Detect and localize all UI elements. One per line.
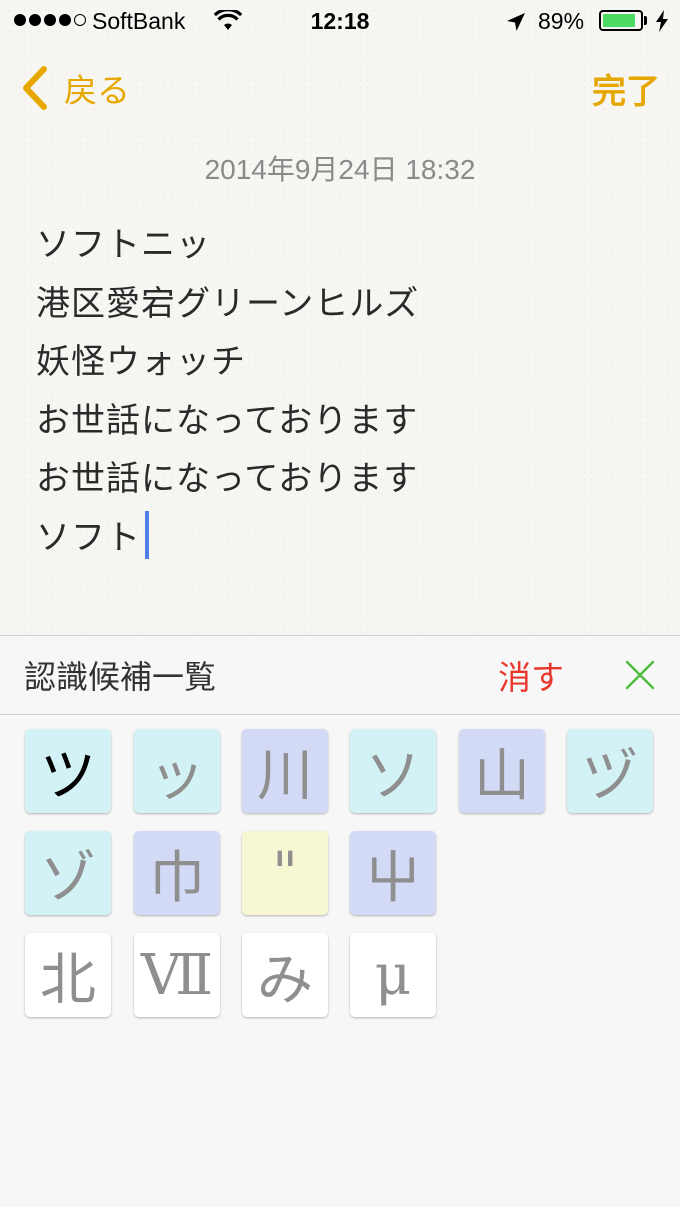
candidate-tile[interactable]: 北 bbox=[25, 933, 111, 1017]
candidate-tile[interactable]: 屮 bbox=[350, 831, 436, 915]
handwriting-candidates-panel: 認識候補一覧 消す ツッ川ソ山ヅゾ巾 " 屮北 Ⅶ み μ bbox=[0, 635, 680, 1207]
battery-icon bbox=[599, 10, 643, 31]
candidate-tile[interactable]: ゾ bbox=[25, 831, 111, 915]
candidate-tile[interactable]: 山 bbox=[459, 729, 545, 813]
battery-tip bbox=[644, 16, 647, 25]
note-text-area[interactable]: ソフトニッ 港区愛宕グリーンヒルズ 妖怪ウォッチ お世話になっております お世話… bbox=[36, 216, 646, 567]
back-label: 戻る bbox=[64, 71, 130, 110]
candidate-tile[interactable]: Ⅶ bbox=[134, 933, 220, 1017]
candidates-title: 認識候補一覧 bbox=[24, 658, 217, 696]
candidates-header: 認識候補一覧 消す bbox=[0, 636, 680, 715]
note-line: 港区愛宕グリーンヒルズ bbox=[36, 283, 420, 324]
text-cursor bbox=[145, 510, 149, 559]
back-button[interactable]: 戻る bbox=[20, 64, 130, 112]
note-line: お世話になっております bbox=[36, 459, 419, 499]
status-bar: SoftBank 12:18 89% bbox=[0, 0, 680, 44]
candidate-tile[interactable]: ヅ bbox=[567, 729, 653, 813]
note-line: ソフトニッ bbox=[36, 225, 211, 265]
candidate-tile[interactable]: ソ bbox=[350, 729, 436, 813]
note-line-text: ソフト bbox=[36, 517, 141, 558]
location-arrow-icon bbox=[507, 13, 525, 31]
candidate-tile[interactable]: ツ bbox=[25, 729, 111, 813]
note-date: 2014年9月24日 18:32 bbox=[204, 154, 476, 185]
candidate-tile[interactable]: μ bbox=[350, 933, 436, 1017]
candidate-tile[interactable]: " bbox=[242, 831, 328, 915]
note-line: お世話になっております bbox=[36, 400, 419, 441]
erase-button[interactable]: 消す bbox=[498, 651, 564, 699]
note-line: 妖怪ウォッチ bbox=[36, 342, 246, 382]
battery-percentage: 89% bbox=[538, 8, 585, 34]
note-line-current: ソフト bbox=[36, 509, 646, 568]
candidate-tile[interactable]: ッ bbox=[134, 729, 220, 813]
done-button[interactable]: 完了 bbox=[592, 64, 660, 113]
close-icon[interactable] bbox=[622, 657, 658, 693]
candidate-tile[interactable]: み bbox=[242, 933, 328, 1017]
candidate-tile[interactable]: 川 bbox=[242, 729, 328, 813]
candidate-tile[interactable]: 巾 bbox=[134, 831, 220, 915]
chevron-left-icon bbox=[23, 66, 47, 110]
charging-bolt-icon bbox=[656, 10, 668, 32]
